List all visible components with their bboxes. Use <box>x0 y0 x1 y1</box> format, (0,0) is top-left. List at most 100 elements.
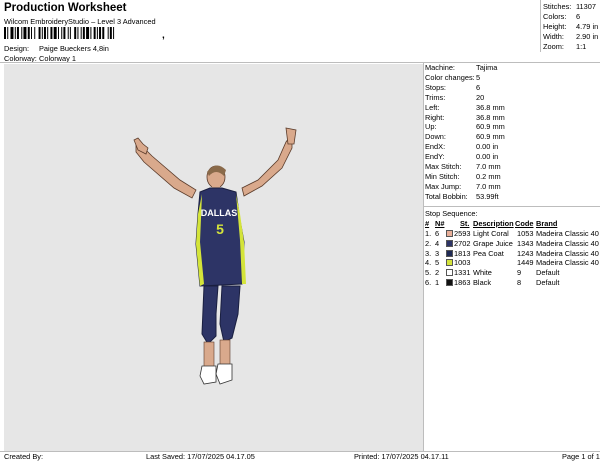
machine-info-label: EndX: <box>425 142 446 152</box>
col-needle: N# <box>435 219 445 228</box>
stop-code: 1243 <box>517 248 534 258</box>
thread-color-swatch <box>446 269 453 277</box>
stop-needle: 6 <box>435 229 440 238</box>
machine-info-value: 0.00 in <box>476 152 499 162</box>
machine-info-row: Stops: 6 <box>425 82 480 92</box>
software-subtitle: Wilcom EmbroideryStudio – Level 3 Advanc… <box>4 17 156 26</box>
machine-info-row: EndY: 0.00 in <box>425 152 498 162</box>
machine-info-row: Left: 36.8 mm <box>425 102 505 112</box>
stop-needle: 3 <box>435 248 440 258</box>
col-stitches: St. <box>460 219 470 228</box>
machine-info-row: Up: 60.9 mm <box>425 122 505 131</box>
col-description: Description <box>473 219 514 228</box>
machine-info-row: Trims: 20 <box>425 92 484 102</box>
machine-info-value: 7.0 mm <box>476 162 501 171</box>
stop-stitches: 1003 <box>454 258 471 268</box>
stop-code: 1449 <box>517 258 534 268</box>
footer-divider <box>0 451 600 452</box>
stop-row: 5. 2 1331 White 9 Default <box>425 268 600 278</box>
machine-info-row: Right: 36.8 mm <box>425 113 505 122</box>
stop-row: 4. 5 1003 1449 Madeira Classic 40 <box>425 258 600 268</box>
jersey-number-text: 5 <box>216 221 224 237</box>
stop-sequence-title: Stop Sequence: <box>425 209 478 218</box>
machine-info-label: Stops: <box>425 82 446 92</box>
stop-description: Pea Coat <box>473 248 504 258</box>
footer-page: Page 1 of 1 <box>562 452 600 461</box>
summary-width: Width: 2.90 in <box>543 32 599 41</box>
stop-table-header: # N# St. Description Code Brand <box>425 219 600 229</box>
stop-brand: Madeira Classic 40 <box>536 229 599 238</box>
stop-num: 2. <box>425 238 432 248</box>
stop-brand: Default <box>536 268 560 278</box>
machine-info-value: 5 <box>476 72 481 82</box>
machine-info-row: EndX: 0.00 in <box>425 142 498 152</box>
summary-colors: Colors: 6 <box>543 12 581 21</box>
stop-code: 9 <box>517 268 522 278</box>
shoes <box>199 363 233 385</box>
right-arm <box>241 127 297 197</box>
stop-code: 1053 <box>517 229 534 238</box>
machine-info-value: 60.9 mm <box>476 132 505 142</box>
stop-row: 1. 6 2593 Light Coral 1053 Madeira Classic 40 <box>425 229 600 239</box>
stop-code: 1343 <box>517 238 534 248</box>
machine-info-label: EndY: <box>425 152 445 162</box>
player-embroidery: DALLAS 5 <box>133 127 297 385</box>
stop-stitches: 1863 <box>454 278 471 287</box>
footer-last-saved: Last Saved: 17/07/2025 04.17.05 <box>146 452 255 461</box>
stop-brand: Default <box>536 278 560 287</box>
machine-info-value: 0.2 mm <box>476 171 501 181</box>
design-preview: DALLAS 5 <box>4 64 423 451</box>
col-code: Code <box>515 219 534 228</box>
machine-info-value: Tajima <box>476 63 498 72</box>
stop-code: 8 <box>517 278 522 287</box>
thread-color-swatch <box>446 239 453 247</box>
stop-stitches: 2702 <box>454 238 471 248</box>
stop-description: White <box>473 268 492 278</box>
barcode-suffix: , <box>162 30 165 41</box>
stop-stitches: 1813 <box>454 248 471 258</box>
stop-stitches: 2593 <box>454 229 471 238</box>
jersey-team-text: DALLAS <box>201 208 238 218</box>
machine-info-value: 36.8 mm <box>476 112 505 122</box>
stop-brand: Madeira Classic 40 <box>536 248 599 258</box>
stop-row: 2. 4 2702 Grape Juice 1343 Madeira Classic 40 <box>425 239 600 249</box>
thread-color-swatch <box>446 230 453 237</box>
stop-description: Grape Juice <box>473 238 513 248</box>
machine-info-row: Machine: Tajima <box>425 63 497 72</box>
machine-info-label: Total Bobbin: <box>425 191 468 201</box>
panel-divider <box>423 62 424 452</box>
legs <box>201 285 241 369</box>
design-label: Design: <box>4 44 30 53</box>
stop-num: 5. <box>425 268 432 278</box>
machine-info-row: Total Bobbin: 53.99ft <box>425 191 499 201</box>
machine-info-row: Max Stitch: 7.0 mm <box>425 162 501 171</box>
stop-num: 1. <box>425 229 432 238</box>
worksheet-title: Production Worksheet <box>4 2 127 14</box>
jersey: DALLAS 5 <box>195 187 246 287</box>
machine-info-label: Down: <box>425 132 446 142</box>
stop-divider <box>423 206 600 207</box>
stop-stitches: 1331 <box>454 268 471 278</box>
machine-info-row: Max Jump: 7.0 mm <box>425 182 501 191</box>
machine-info-label: Max Stitch: <box>425 162 462 171</box>
col-num: # <box>425 219 430 228</box>
machine-info-label: Color changes: <box>425 72 475 82</box>
summary-zoom: Zoom: 1:1 <box>543 42 587 51</box>
machine-info-value: 60.9 mm <box>476 122 505 132</box>
stop-description: Black <box>473 278 492 287</box>
stop-num: 6. <box>425 278 432 287</box>
thread-color-swatch <box>446 259 453 267</box>
stop-needle: 4 <box>435 238 440 248</box>
machine-info-label: Min Stitch: <box>425 171 460 181</box>
machine-info-label: Machine: <box>425 63 455 72</box>
summary-stitches: Stitches: 11307 <box>543 2 597 11</box>
machine-info-label: Trims: <box>425 92 446 102</box>
machine-info-value: 53.99ft <box>476 191 499 201</box>
stop-num: 4. <box>425 258 432 268</box>
machine-info-value: 36.8 mm <box>476 102 505 112</box>
machine-info-row: Min Stitch: 0.2 mm <box>425 171 501 181</box>
footer-created-by: Created By: <box>4 452 44 461</box>
machine-info-label: Left: <box>425 102 440 112</box>
footer-printed: Printed: 17/07/2025 04.17.11 <box>354 452 449 461</box>
stop-brand: Madeira Classic 40 <box>536 238 599 248</box>
